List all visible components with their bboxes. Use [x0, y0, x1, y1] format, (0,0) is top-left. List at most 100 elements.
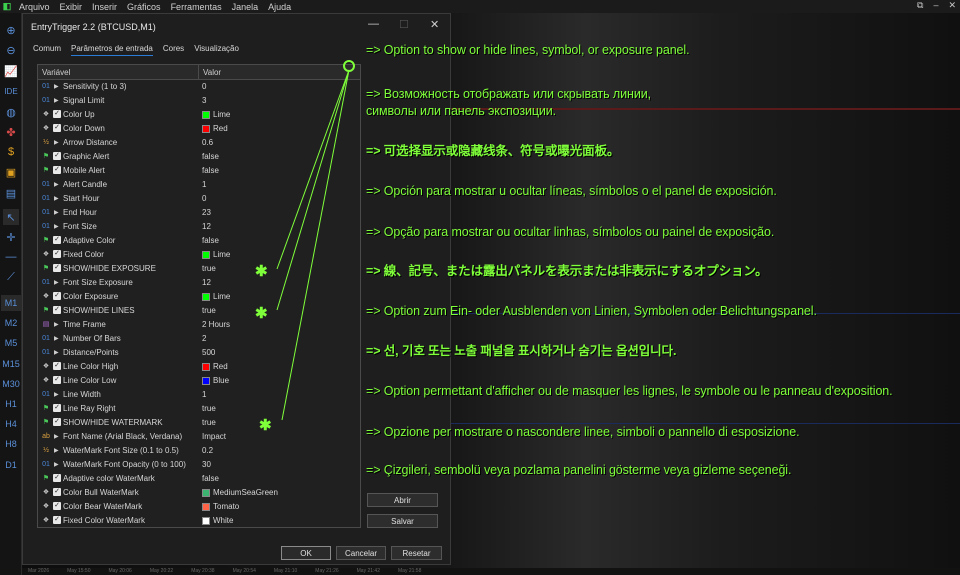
checkbox[interactable]: ✓ [53, 502, 61, 510]
color-swatch[interactable] [202, 377, 210, 385]
minimize-icon[interactable]: – [933, 0, 938, 11]
parameter-value[interactable]: Lime [213, 250, 230, 259]
ok-button[interactable]: OK [281, 546, 331, 560]
checkbox[interactable]: ✓ [53, 264, 61, 272]
menu-view[interactable]: Exibir [55, 2, 88, 12]
panels-icon[interactable]: ▤ [3, 185, 19, 201]
checkbox[interactable]: ✓ [53, 250, 61, 258]
signals-icon[interactable]: ✤ [3, 124, 19, 140]
timeframe-m30[interactable]: M30 [1, 376, 21, 392]
table-row[interactable]: ❖ ✓ Fixed Color Lime [38, 248, 360, 262]
restore-icon[interactable]: ⧉ [917, 0, 923, 11]
table-row[interactable]: 01 ▶ Font Size 12 [38, 220, 360, 234]
parameter-value[interactable]: 23 [202, 208, 211, 217]
minimize-icon[interactable]: — [368, 18, 379, 30]
tab-colors[interactable]: Cores [163, 44, 184, 56]
menu-charts[interactable]: Gráficos [122, 2, 166, 12]
parameter-value[interactable]: White [213, 516, 233, 525]
table-row[interactable]: ⚑ ✓ Adaptive Color false [38, 234, 360, 248]
timeframe-h8[interactable]: H8 [1, 436, 21, 452]
parameter-value[interactable]: 2 Hours [202, 320, 230, 329]
table-row[interactable]: 01 ▶ WaterMark Font Opacity (0 to 100) 30 [38, 458, 360, 472]
table-row[interactable]: ❖ ✓ Color Up Lime [38, 108, 360, 122]
trendline-icon[interactable]: ⟋ [3, 269, 19, 285]
timeframe-d1[interactable]: D1 [1, 457, 21, 473]
table-row[interactable]: ❖ ✓ Color Bull WaterMark MediumSeaGreen [38, 486, 360, 500]
parameter-value[interactable]: true [202, 418, 216, 427]
checkbox[interactable]: ✓ [53, 404, 61, 412]
folder-icon[interactable]: ▣ [3, 164, 19, 180]
parameter-value[interactable]: false [202, 236, 219, 245]
parameter-value[interactable]: false [202, 166, 219, 175]
timeframe-m2[interactable]: M2 [1, 315, 21, 331]
checkbox[interactable]: ✓ [53, 474, 61, 482]
table-row[interactable]: 01 ▶ Alert Candle 1 [38, 178, 360, 192]
color-swatch[interactable] [202, 503, 210, 511]
table-row[interactable]: ❖ ✓ Color Down Red [38, 122, 360, 136]
color-swatch[interactable] [202, 363, 210, 371]
parameter-value[interactable]: 12 [202, 222, 211, 231]
close-icon[interactable]: ✕ [948, 0, 956, 11]
parameter-value[interactable]: 1 [202, 180, 206, 189]
parameter-value[interactable]: Red [213, 124, 228, 133]
table-row[interactable]: ❖ ✓ Fixed Color WaterMark White [38, 514, 360, 528]
parameter-value[interactable]: 0 [202, 82, 206, 91]
table-row[interactable]: ⚑ ✓ Adaptive color WaterMark false [38, 472, 360, 486]
column-separator[interactable] [198, 65, 199, 80]
tab-common[interactable]: Comum [33, 44, 61, 56]
timeframe-h4[interactable]: H4 [1, 416, 21, 432]
checkbox[interactable]: ✓ [53, 166, 61, 174]
table-row[interactable]: ⚑ ✓ Line Ray Right true [38, 402, 360, 416]
table-row[interactable]: ½ ▶ Arrow Distance 0.6 [38, 136, 360, 150]
parameter-value[interactable]: true [202, 264, 216, 273]
checkbox[interactable]: ✓ [53, 376, 61, 384]
parameter-value[interactable]: true [202, 404, 216, 413]
timeframe-m15[interactable]: M15 [1, 356, 21, 372]
parameter-value[interactable]: false [202, 474, 219, 483]
table-row[interactable]: ⚑ ✓ Mobile Alert false [38, 164, 360, 178]
checkbox[interactable]: ✓ [53, 292, 61, 300]
parameter-value[interactable]: 500 [202, 348, 215, 357]
parameter-value[interactable]: 0.2 [202, 446, 213, 455]
table-row[interactable]: ⚑ ✓ SHOW/HIDE WATERMARK true [38, 416, 360, 430]
table-row[interactable]: 01 ▶ Sensitivity (1 to 3) 0 [38, 80, 360, 94]
parameter-value[interactable]: 0.6 [202, 138, 213, 147]
zoom-out-icon[interactable]: ⊖ [3, 42, 19, 58]
table-row[interactable]: 01 ▶ Number Of Bars 2 [38, 332, 360, 346]
parameter-value[interactable]: true [202, 306, 216, 315]
parameter-value[interactable]: Tomato [213, 502, 239, 511]
color-swatch[interactable] [202, 489, 210, 497]
parameter-value[interactable]: 0 [202, 194, 206, 203]
table-row[interactable]: 01 ▶ End Hour 23 [38, 206, 360, 220]
color-swatch[interactable] [202, 517, 210, 525]
close-icon[interactable]: ✕ [430, 18, 439, 31]
crosshair-icon[interactable]: ✛ [3, 229, 19, 245]
table-row[interactable]: 01 ▶ Line Width 1 [38, 388, 360, 402]
timeframe-m5[interactable]: M5 [1, 335, 21, 351]
hline-icon[interactable]: — [3, 249, 19, 265]
cancel-button[interactable]: Cancelar [336, 546, 386, 560]
checkbox[interactable]: ✓ [53, 488, 61, 496]
parameter-value[interactable]: 30 [202, 460, 211, 469]
timeframe-h1[interactable]: H1 [1, 396, 21, 412]
reset-button[interactable]: Resetar [391, 546, 442, 560]
parameter-value[interactable]: Red [213, 362, 228, 371]
parameter-value[interactable]: Impact [202, 432, 226, 441]
parameter-value[interactable]: false [202, 152, 219, 161]
table-row[interactable]: ⚑ ✓ SHOW/HIDE LINES true [38, 304, 360, 318]
table-row[interactable]: ab ▶ Font Name (Arial Black, Verdana) Impac… [38, 430, 360, 444]
checkbox[interactable]: ✓ [53, 236, 61, 244]
chart-type-icon[interactable]: 📈 [3, 63, 19, 79]
parameter-value[interactable]: 1 [202, 390, 206, 399]
parameter-value[interactable]: 2 [202, 334, 206, 343]
menu-help[interactable]: Ajuda [263, 2, 296, 12]
tab-visualization[interactable]: Visualização [194, 44, 239, 56]
checkbox[interactable]: ✓ [53, 418, 61, 426]
checkbox[interactable]: ✓ [53, 110, 61, 118]
color-swatch[interactable] [202, 125, 210, 133]
checkbox[interactable]: ✓ [53, 306, 61, 314]
tab-inputs[interactable]: Parâmetros de entrada [71, 44, 153, 56]
checkbox[interactable]: ✓ [53, 152, 61, 160]
table-row[interactable]: ❖ ✓ Color Exposure Lime [38, 290, 360, 304]
cursor-icon[interactable]: ↖ [3, 209, 19, 225]
